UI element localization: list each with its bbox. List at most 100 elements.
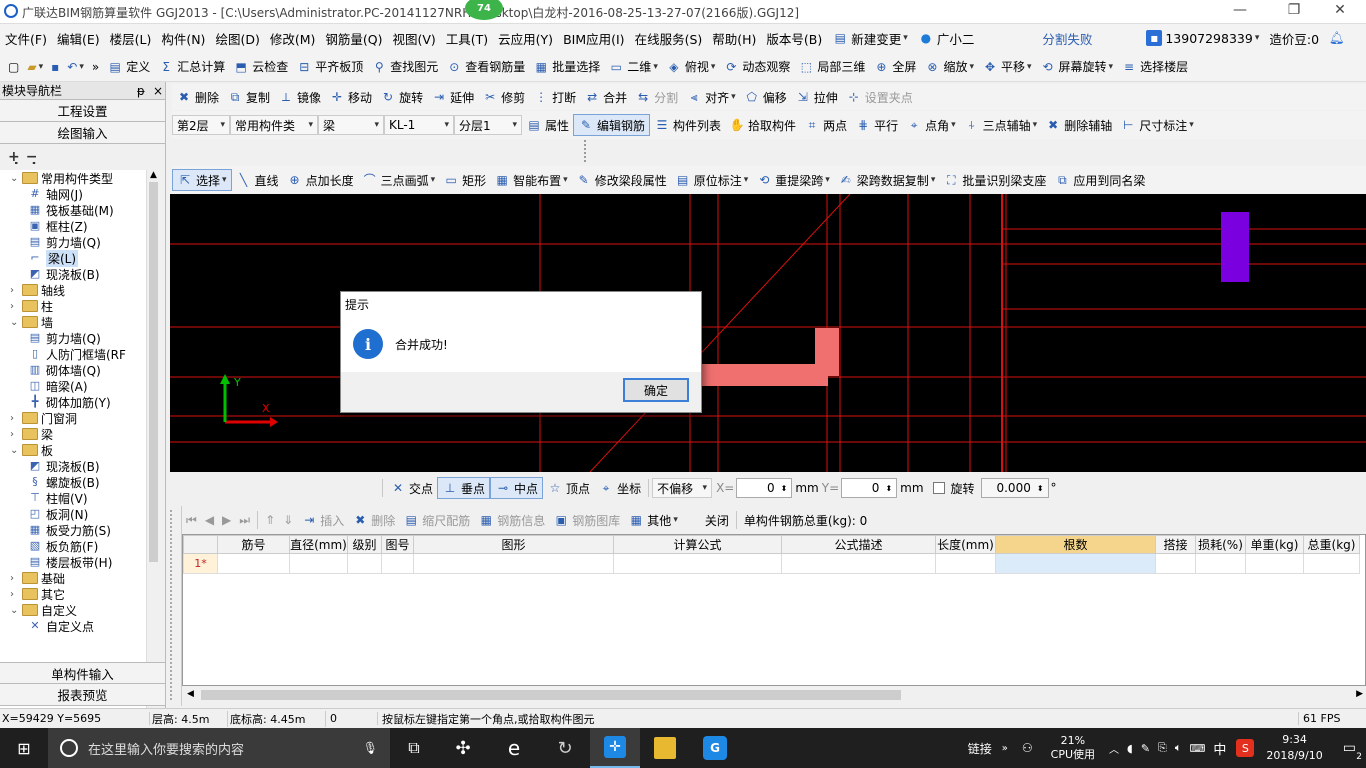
midpoint-button[interactable]: ⊸ 中点 — [490, 477, 544, 499]
set-grip-button[interactable]: ⊹ 设置夹点 — [842, 86, 917, 108]
column-element[interactable] — [1221, 212, 1249, 282]
rotate-button[interactable]: ↻ 旋转 — [376, 86, 427, 108]
beam-segment[interactable] — [815, 328, 839, 376]
user-account[interactable]: ▪ 13907298339 ▾ — [1141, 24, 1264, 52]
tree-scroll-thumb[interactable] — [149, 182, 158, 562]
line-button[interactable]: ╲ 直线 — [232, 169, 283, 191]
2d-button[interactable]: ▭ 二维 ▾ — [604, 56, 662, 78]
layer-select[interactable]: 分层1 ▾ — [454, 115, 522, 135]
offset-button[interactable]: ⬠ 偏移 — [740, 86, 791, 108]
break-button[interactable]: ⋮ 打断 — [529, 86, 580, 108]
menu-item[interactable]: 帮助(H) — [707, 24, 761, 52]
menu-item[interactable]: 工具(T) — [441, 24, 493, 52]
intersection-button[interactable]: ✕ 交点 — [386, 477, 437, 499]
select-button[interactable]: ⇱ 选择 ▾ — [172, 169, 232, 191]
expand-all-icon[interactable]: +̣ — [8, 149, 20, 165]
parallel-button[interactable]: ⋕ 平行 — [851, 114, 902, 136]
dimension-button[interactable]: ⊢ 尺寸标注 ▾ — [1116, 114, 1198, 136]
zoom-button[interactable]: ⊗ 缩放 ▾ — [920, 56, 978, 78]
close-button[interactable]: 关闭 — [682, 509, 733, 531]
span-copy-button[interactable]: ✍ 梁跨数据复制 ▾ — [834, 169, 940, 191]
cloud-check-button[interactable]: ⬒ 云检查 — [229, 56, 292, 78]
windows-start-icon[interactable]: ⊞ — [0, 728, 48, 768]
three-point-arc-button[interactable]: ⌒ 三点画弧 ▾ — [358, 169, 440, 191]
column-header[interactable]: 根数 — [995, 535, 1156, 554]
fan-app-icon[interactable]: ✣ — [438, 738, 488, 759]
find-button[interactable]: ⚲ 查找图元 — [367, 56, 442, 78]
links-chevron-icon[interactable]: » — [1002, 743, 1008, 754]
extend-button[interactable]: ⇥ 延伸 — [427, 86, 478, 108]
stretch-button[interactable]: ⇲ 拉伸 — [791, 86, 842, 108]
notes-app-icon[interactable] — [640, 737, 690, 759]
tree-scrollbar[interactable]: ▲ ▼ — [146, 170, 160, 722]
assistant-menu[interactable]: ● 广小二 — [913, 24, 980, 52]
tree-item-component[interactable]: ⊤ 柱帽(V) — [28, 490, 87, 506]
merge-button[interactable]: ⇄ 合并 — [580, 86, 631, 108]
tree-item-component[interactable]: ▯ 人防门框墙(RF — [28, 346, 126, 362]
column-header[interactable]: 长度(mm) — [935, 535, 996, 554]
category-select[interactable]: 常用构件类 ▾ — [230, 115, 318, 135]
delete-axis-button[interactable]: ✖ 删除辅轴 — [1041, 114, 1116, 136]
tray-network-icon[interactable]: ⎘ — [1158, 741, 1167, 755]
screen-rotate-button[interactable]: ⟲ 屏幕旋转 ▾ — [1036, 56, 1118, 78]
people-icon[interactable]: ⚇ — [1022, 741, 1033, 755]
tree-item-folder[interactable]: ⌄ 墙 — [10, 314, 53, 330]
column-header[interactable]: 图号 — [381, 535, 414, 554]
pin-icon[interactable]: ᵽ — [137, 84, 145, 98]
align-button[interactable]: ⫷ 对齐 ▾ — [682, 86, 740, 108]
pick-component-button[interactable]: ✋ 拾取构件 — [725, 114, 800, 136]
batch-select-button[interactable]: ▦ 批量选择 — [529, 56, 604, 78]
menu-item[interactable]: 云应用(Y) — [493, 24, 558, 52]
rotate-checkbox[interactable] — [932, 482, 945, 494]
new-file-icon[interactable]: ▢ — [4, 56, 23, 78]
glodon-g-icon[interactable]: G — [690, 736, 740, 760]
menu-item[interactable]: BIM应用(I) — [558, 24, 630, 52]
menu-item[interactable]: 绘图(D) — [210, 24, 264, 52]
y-input[interactable]: 0 ⬍ — [841, 478, 898, 498]
next-record-icon[interactable]: ▶ — [218, 509, 235, 531]
rebar-info-button[interactable]: ▦ 钢筋信息 — [474, 509, 549, 531]
two-point-button[interactable]: ⌗ 两点 — [800, 114, 851, 136]
toolbar-grip[interactable] — [584, 140, 588, 162]
edit-rebar-button[interactable]: ✎ 编辑钢筋 — [573, 114, 651, 136]
tree-expand-icon[interactable]: › — [10, 573, 22, 584]
tree-item-folder[interactable]: › 其它 — [10, 586, 65, 602]
tree-expand-icon[interactable]: › — [10, 285, 22, 296]
tree-item-component[interactable]: ▥ 砌体墙(Q) — [28, 362, 101, 378]
tree-item-component[interactable]: ◩ 现浇板(B) — [28, 266, 100, 282]
tree-expand-icon[interactable]: › — [10, 413, 22, 424]
sum-button[interactable]: Σ 汇总计算 — [154, 56, 229, 78]
tree-item-component[interactable]: ▧ 板负筋(F) — [28, 538, 98, 554]
save-icon[interactable]: ▪ — [47, 56, 63, 78]
scale-rebar-button[interactable]: ▤ 缩尺配筋 — [399, 509, 474, 531]
ok-button[interactable]: 确定 — [623, 378, 689, 402]
glodon-app-icon[interactable]: ✛ — [590, 728, 640, 768]
clock[interactable]: 9:34 2018/9/10 — [1266, 732, 1322, 764]
batch-support-button[interactable]: ⛶ 批量识别梁支座 — [939, 169, 1050, 191]
point-angle-button[interactable]: ⌖ 点角 ▾ — [902, 114, 960, 136]
rectangle-button[interactable]: ▭ 矩形 — [439, 169, 490, 191]
tree-item-component[interactable]: ▦ 板受力筋(S) — [28, 522, 111, 538]
move-down-icon[interactable]: ⇓ — [279, 509, 297, 531]
re-extract-span-button[interactable]: ⟲ 重提梁跨 ▾ — [752, 169, 834, 191]
tree-item-component[interactable]: ◩ 现浇板(B) — [28, 458, 100, 474]
type-select[interactable]: 梁 ▾ — [318, 115, 384, 135]
tree-expand-icon[interactable]: ⌄ — [10, 173, 22, 184]
sogou-s-icon[interactable]: S — [1236, 739, 1255, 757]
fullscreen-button[interactable]: ⊕ 全屏 — [869, 56, 920, 78]
menu-item[interactable]: 修改(M) — [265, 24, 321, 52]
menu-item[interactable]: 构件(N) — [156, 24, 210, 52]
pan-button[interactable]: ✥ 平移 ▾ — [978, 56, 1036, 78]
tree-item-folder[interactable]: ⌄ 常用构件类型 — [10, 170, 113, 186]
align-top-button[interactable]: ⊟ 平齐板顶 — [292, 56, 367, 78]
column-header[interactable]: 单重(kg) — [1245, 535, 1304, 554]
tree-expand-icon[interactable]: › — [10, 429, 22, 440]
grid-scroll-thumb[interactable] — [201, 690, 901, 700]
microphone-icon[interactable]: 🎙︎ — [363, 741, 378, 755]
apply-same-beam-button[interactable]: ⧉ 应用到同名梁 — [1050, 169, 1149, 191]
column-header[interactable]: 损耗(%) — [1195, 535, 1246, 554]
rebar-library-button[interactable]: ▣ 钢筋图库 — [549, 509, 624, 531]
tree-item-component[interactable]: ▤ 剪力墙(Q) — [28, 234, 101, 250]
point-length-button[interactable]: ⊕ 点加长度 — [283, 169, 358, 191]
tree-expand-icon[interactable]: ⌄ — [10, 317, 22, 328]
